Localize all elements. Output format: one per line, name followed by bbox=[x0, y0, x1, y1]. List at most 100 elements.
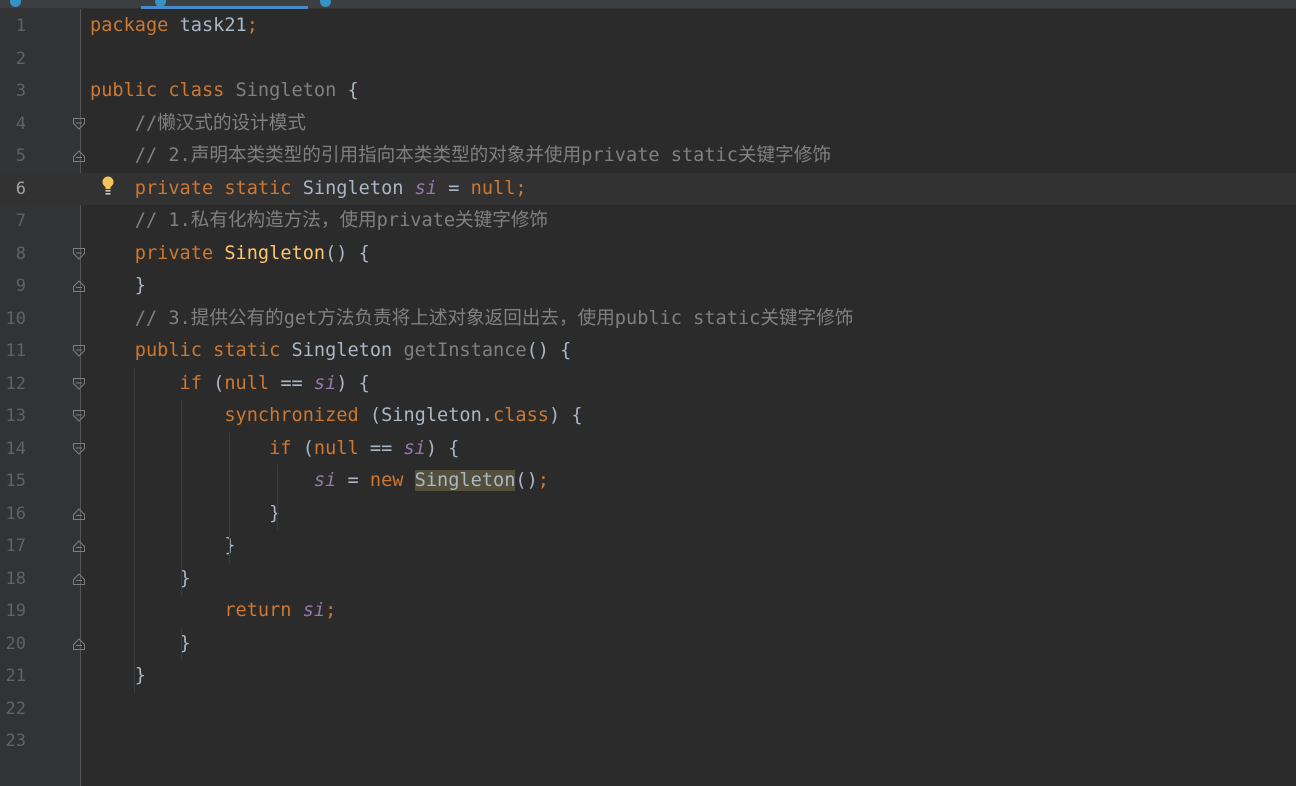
code-line[interactable]: 9 } bbox=[0, 270, 1296, 302]
code-text[interactable]: public class Singleton { bbox=[90, 75, 359, 107]
code-text[interactable]: if (null == si) { bbox=[90, 368, 370, 400]
code-line[interactable]: 3 public class Singleton { bbox=[0, 75, 1296, 107]
line-number[interactable]: 21 bbox=[0, 660, 26, 692]
code-token: ; bbox=[537, 470, 549, 491]
line-number[interactable]: 19 bbox=[0, 595, 26, 627]
code-line[interactable]: 17 } bbox=[0, 530, 1296, 562]
code-text[interactable]: return si; bbox=[90, 595, 336, 627]
code-line[interactable]: 18 } bbox=[0, 563, 1296, 595]
code-token: return bbox=[90, 600, 303, 621]
code-token: Singleton bbox=[414, 470, 516, 491]
fold-open-icon[interactable] bbox=[72, 377, 86, 391]
code-text[interactable]: } bbox=[90, 270, 146, 302]
code-line[interactable]: 23 bbox=[0, 725, 1296, 757]
code-token: ) { bbox=[336, 372, 370, 394]
code-token: () bbox=[515, 470, 538, 491]
line-number[interactable]: 10 bbox=[0, 303, 26, 335]
code-text[interactable]: // 1.私有化构造方法，使用private关键字修饰 bbox=[90, 205, 548, 237]
fold-close-icon[interactable] bbox=[72, 637, 86, 651]
code-text[interactable]: synchronized (Singleton.class) { bbox=[90, 400, 583, 432]
line-number[interactable]: 20 bbox=[0, 628, 26, 660]
line-number[interactable]: 23 bbox=[0, 725, 26, 757]
code-line[interactable]: 1 package task21; bbox=[0, 10, 1296, 42]
code-text[interactable]: } bbox=[90, 563, 191, 595]
line-number[interactable]: 14 bbox=[0, 433, 26, 465]
code-line[interactable]: 12 if (null == si) { bbox=[0, 368, 1296, 400]
line-number[interactable]: 4 bbox=[0, 108, 26, 140]
code-text[interactable]: } bbox=[90, 628, 191, 660]
code-text[interactable]: // 3.提供公有的get方法负责将上述对象返回出去，使用public stat… bbox=[90, 303, 854, 335]
indent-guide bbox=[181, 400, 182, 595]
line-number[interactable]: 9 bbox=[0, 270, 26, 302]
line-number[interactable]: 13 bbox=[0, 400, 26, 432]
code-token: //懒汉式的设计模式 bbox=[90, 112, 306, 134]
code-token: if bbox=[90, 372, 214, 394]
code-token: ) { bbox=[549, 405, 583, 426]
code-text[interactable]: private Singleton() { bbox=[90, 238, 370, 270]
line-number[interactable]: 8 bbox=[0, 238, 26, 270]
code-token: } bbox=[90, 567, 191, 589]
fold-open-icon[interactable] bbox=[72, 247, 86, 261]
fold-close-icon[interactable] bbox=[72, 279, 86, 293]
tab-next-file[interactable] bbox=[310, 0, 440, 8]
code-token: class bbox=[493, 405, 549, 426]
code-line[interactable]: 16 } bbox=[0, 498, 1296, 530]
code-text[interactable]: // 2.声明本类类型的引用指向本类类型的对象并使用private static… bbox=[90, 140, 831, 172]
line-number[interactable]: 7 bbox=[0, 205, 26, 237]
code-token: getInstance bbox=[403, 340, 527, 361]
code-text[interactable]: package task21; bbox=[90, 10, 258, 42]
code-token: } bbox=[90, 502, 281, 524]
code-text[interactable]: } bbox=[90, 660, 146, 692]
code-line[interactable]: 14 if (null == si) { bbox=[0, 433, 1296, 465]
line-number[interactable]: 1 bbox=[0, 10, 26, 42]
code-line[interactable]: 15 si = new Singleton(); bbox=[0, 465, 1296, 497]
code-text[interactable]: si = new Singleton(); bbox=[90, 465, 549, 497]
line-number[interactable]: 3 bbox=[0, 75, 26, 107]
code-line[interactable]: 10 // 3.提供公有的get方法负责将上述对象返回出去，使用public s… bbox=[0, 303, 1296, 335]
code-token: } bbox=[90, 535, 236, 556]
code-line[interactable]: 6 private static Singleton si = null; bbox=[0, 172, 1296, 205]
code-text[interactable]: //懒汉式的设计模式 bbox=[90, 108, 306, 140]
line-number[interactable]: 15 bbox=[0, 465, 26, 497]
line-number[interactable]: 12 bbox=[0, 368, 26, 400]
code-text[interactable]: } bbox=[90, 530, 236, 562]
code-text[interactable]: if (null == si) { bbox=[90, 433, 459, 465]
fold-close-icon[interactable] bbox=[72, 572, 86, 586]
fold-open-icon[interactable] bbox=[72, 409, 86, 423]
fold-open-icon[interactable] bbox=[72, 344, 86, 358]
code-text[interactable]: public static Singleton getInstance() { bbox=[90, 335, 572, 367]
indent-guide bbox=[181, 627, 182, 660]
tab-previous-file[interactable] bbox=[0, 0, 130, 8]
code-line[interactable]: 5 // 2.声明本类类型的引用指向本类类型的对象并使用private stat… bbox=[0, 140, 1296, 172]
fold-close-icon[interactable] bbox=[72, 539, 86, 553]
code-line[interactable]: 22 bbox=[0, 693, 1296, 725]
fold-open-icon[interactable] bbox=[72, 442, 86, 456]
code-token: package bbox=[90, 15, 169, 36]
indent-guide bbox=[229, 432, 230, 563]
code-line[interactable]: 2 bbox=[0, 43, 1296, 75]
fold-close-icon[interactable] bbox=[72, 149, 86, 163]
code-line[interactable]: 20 } bbox=[0, 628, 1296, 660]
editor-tab-bar bbox=[0, 0, 1296, 9]
line-number[interactable]: 18 bbox=[0, 563, 26, 595]
code-token: si bbox=[414, 177, 438, 199]
line-number[interactable]: 16 bbox=[0, 498, 26, 530]
code-token: null; bbox=[470, 177, 527, 199]
code-text[interactable]: private static Singleton si = null; bbox=[90, 173, 527, 205]
line-number[interactable]: 11 bbox=[0, 335, 26, 367]
code-line[interactable]: 13 synchronized (Singleton.class) { bbox=[0, 400, 1296, 432]
line-number[interactable]: 17 bbox=[0, 530, 26, 562]
code-line[interactable]: 4 //懒汉式的设计模式 bbox=[0, 108, 1296, 140]
line-number[interactable]: 5 bbox=[0, 140, 26, 172]
line-number[interactable]: 2 bbox=[0, 43, 26, 75]
code-line[interactable]: 21 } bbox=[0, 660, 1296, 692]
code-line[interactable]: 11 public static Singleton getInstance()… bbox=[0, 335, 1296, 367]
line-number[interactable]: 22 bbox=[0, 693, 26, 725]
line-number[interactable]: 6 bbox=[0, 173, 26, 205]
code-line[interactable]: 19 return si; bbox=[0, 595, 1296, 627]
code-line[interactable]: 7 // 1.私有化构造方法，使用private关键字修饰 bbox=[0, 205, 1296, 237]
fold-close-icon[interactable] bbox=[72, 507, 86, 521]
fold-open-icon[interactable] bbox=[72, 117, 86, 131]
code-text[interactable]: } bbox=[90, 498, 280, 530]
code-line[interactable]: 8 private Singleton() { bbox=[0, 238, 1296, 270]
